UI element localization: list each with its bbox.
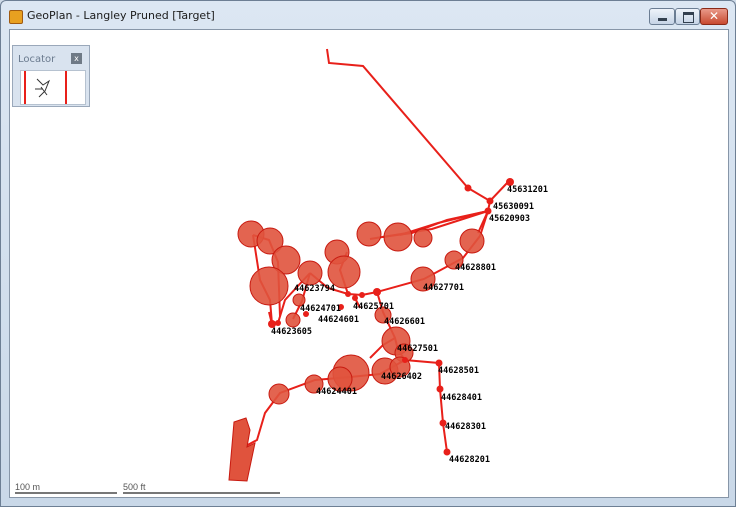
scale-bars: 100 m 500 ft — [15, 482, 280, 494]
window-title: GeoPlan - Langley Pruned [Target] — [27, 9, 215, 22]
minimize-button[interactable] — [649, 8, 675, 25]
close-icon: ✕ — [708, 9, 720, 23]
geoplan-app-icon — [9, 10, 23, 24]
maximize-button[interactable] — [675, 8, 700, 25]
title-bar[interactable]: GeoPlan - Langley Pruned [Target] ✕ — [1, 1, 735, 29]
node-label: 44624601 — [318, 315, 359, 325]
locator-minimap-graphic — [24, 71, 67, 104]
node-label: 44625701 — [353, 302, 394, 312]
node-label: 44626601 — [384, 317, 425, 327]
locator-minimap[interactable] — [20, 70, 86, 105]
node-label: 45620903 — [489, 214, 530, 224]
node-labels: 45631201 45630091 45620903 44628801 4462… — [271, 185, 548, 465]
imperial-scale-label: 500 ft — [123, 482, 146, 492]
node-label: 44623794 — [294, 284, 335, 294]
node-label: 44623605 — [271, 327, 312, 337]
node-label: 44627701 — [423, 283, 464, 293]
locator-title: Locator — [18, 54, 56, 65]
node-label: 44624401 — [316, 387, 357, 397]
node-label: 44628501 — [438, 366, 479, 376]
node-label: 45630091 — [493, 202, 534, 212]
node-label: 45631201 — [507, 185, 548, 195]
maximize-icon — [683, 12, 694, 23]
network-map[interactable]: 45631201 45630091 45620903 44628801 4462… — [10, 30, 729, 498]
locator-panel[interactable]: Locator x — [12, 45, 90, 107]
metric-scale-label: 100 m — [15, 482, 40, 492]
catchment-polygon — [228, 417, 256, 482]
node-label: 44628201 — [449, 455, 490, 465]
imperial-scale-bar — [123, 492, 280, 494]
close-button[interactable]: ✕ — [700, 8, 728, 25]
minimize-icon — [658, 18, 667, 21]
node-label: 44626402 — [381, 372, 422, 382]
node-label: 44628401 — [441, 393, 482, 403]
node-label: 44628301 — [445, 422, 486, 432]
node-label: 44628801 — [455, 263, 496, 273]
geoplan-window: GeoPlan - Langley Pruned [Target] ✕ 4563… — [0, 0, 736, 507]
metric-scale-bar — [15, 492, 117, 494]
locator-close-button[interactable]: x — [71, 53, 82, 64]
close-icon: x — [74, 54, 79, 63]
storage-circles — [237, 220, 485, 405]
map-view[interactable]: 45631201 45630091 45620903 44628801 4462… — [9, 29, 729, 498]
node-label: 44624701 — [300, 304, 341, 314]
node-label: 44627501 — [397, 344, 438, 354]
